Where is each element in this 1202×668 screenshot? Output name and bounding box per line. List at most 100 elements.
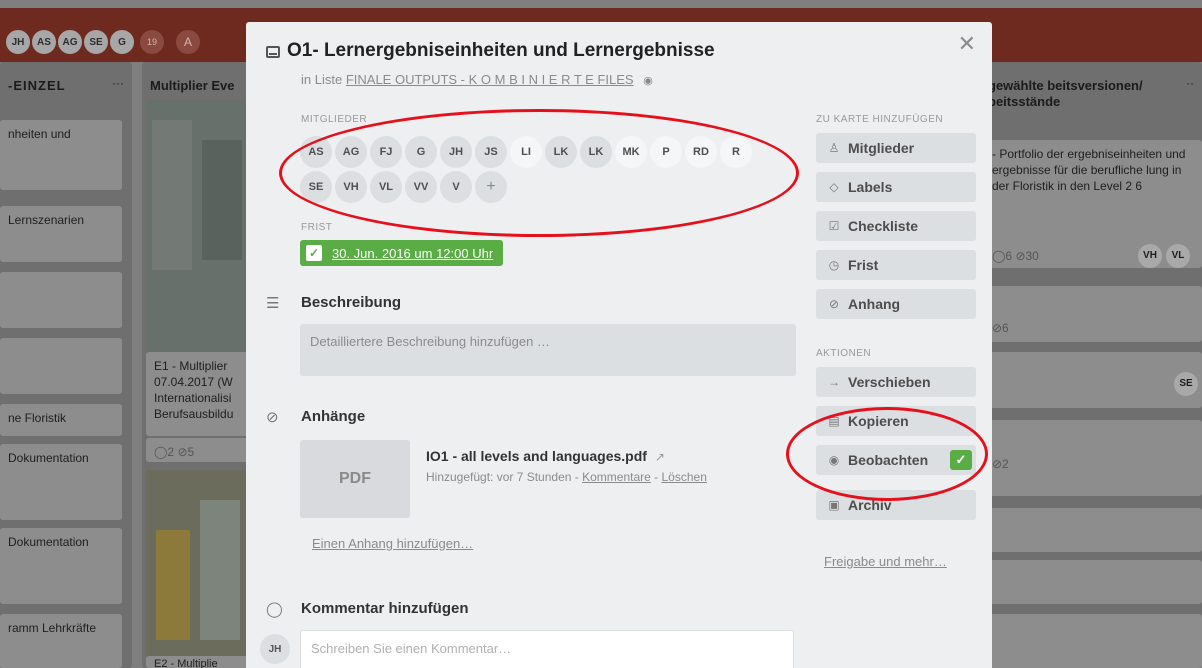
arrow-right-icon: →	[828, 375, 840, 389]
card-text: - Portfolio der ergebniseinheiten und er…	[992, 147, 1186, 193]
due-date-badge[interactable]: ✓ 30. Jun. 2016 um 12:00 Uhr	[300, 240, 504, 266]
attachment-thumbnail[interactable]: PDF	[300, 440, 410, 518]
member-avatar[interactable]: AG	[335, 136, 367, 168]
separator: -	[654, 470, 659, 484]
list-item[interactable]: E2 - Multiplie	[146, 656, 250, 668]
eye-icon: ◉	[643, 75, 653, 87]
copy-icon: ▤	[828, 414, 840, 428]
list-item[interactable]	[984, 508, 1202, 552]
avatar[interactable]: AS	[32, 30, 56, 54]
member-count-badge[interactable]: 19	[140, 30, 164, 54]
avatar[interactable]: JH	[6, 30, 30, 54]
move-button[interactable]: → Verschieben	[816, 367, 976, 397]
due-label: FRIST	[301, 222, 333, 233]
card-cover-image[interactable]	[146, 100, 250, 352]
avatar[interactable]: VL	[1166, 244, 1190, 268]
list-item[interactable]: E1 - Multiplier 07.04.2017 (W Internatio…	[146, 352, 250, 436]
member-avatar[interactable]: VL	[370, 171, 402, 203]
attachment-delete-link[interactable]: Löschen	[662, 470, 707, 484]
list-item[interactable]: ramm Lehrkräfte	[0, 614, 122, 668]
comment-input[interactable]: Schreiben Sie einen Kommentar…	[300, 630, 794, 668]
card-cover-image[interactable]	[146, 470, 250, 656]
member-avatar[interactable]: FJ	[370, 136, 402, 168]
copy-button[interactable]: ▤ Kopieren	[816, 406, 976, 436]
list-item[interactable]: Dokumentation	[0, 528, 122, 604]
watch-button[interactable]: ◉ Beobachten ✓	[816, 445, 976, 475]
due-date-text[interactable]: 30. Jun. 2016 um 12:00 Uhr	[332, 246, 493, 261]
due-complete-checkbox[interactable]: ✓	[306, 245, 322, 261]
list-menu-icon[interactable]: ··	[1186, 76, 1194, 90]
clock-icon: ◷	[828, 258, 840, 272]
button-label: Anhang	[848, 296, 901, 312]
labels-button[interactable]: ◇ Labels	[816, 172, 976, 202]
add-member-button[interactable]: +	[475, 171, 507, 203]
list-item[interactable]: ⊘2	[984, 420, 1202, 496]
list-item[interactable]: Lernszenarien	[0, 206, 122, 262]
list-menu-icon[interactable]: ···	[112, 76, 124, 90]
members-button[interactable]: ♙ Mitglieder	[816, 133, 976, 163]
external-link-icon[interactable]: ↗	[655, 450, 665, 464]
member-avatar[interactable]: JS	[475, 136, 507, 168]
list-link[interactable]: FINALE OUTPUTS - K O M B I N I E R T E F…	[346, 72, 634, 87]
member-avatar[interactable]: V	[440, 171, 472, 203]
list-prefix: in Liste	[301, 72, 343, 87]
card-badges: ◯2 ⊘5	[146, 438, 250, 462]
attachment-filename[interactable]: IO1 - all levels and languages.pdf	[426, 448, 647, 464]
label-icon: ◇	[829, 180, 839, 194]
description-input[interactable]: Detailliertere Beschreibung hinzufügen …	[300, 324, 796, 376]
list-item[interactable]: - Portfolio der ergebniseinheiten und er…	[984, 140, 1202, 268]
avatar[interactable]: AG	[58, 30, 82, 54]
member-avatar[interactable]: LK	[545, 136, 577, 168]
member-avatar[interactable]: G	[405, 136, 437, 168]
member-avatar[interactable]: RD	[685, 136, 717, 168]
member-avatar[interactable]: AS	[300, 136, 332, 168]
photo-shape	[202, 140, 242, 260]
comment-heading: Kommentar hinzufügen	[301, 600, 469, 617]
attachment-button[interactable]: ⊘ Anhang	[816, 289, 976, 319]
share-and-more-link[interactable]: Freigabe und mehr…	[824, 554, 947, 569]
member-avatar[interactable]: VH	[335, 171, 367, 203]
card-badges: ◯6 ⊘30	[992, 249, 1039, 263]
checklist-button[interactable]: ☑ Checkliste	[816, 211, 976, 241]
member-avatar[interactable]: JH	[440, 136, 472, 168]
list-item[interactable]: ⊘6	[984, 286, 1202, 342]
attachment-meta: Hinzugefügt: vor 7 Stunden - Kommentare …	[426, 470, 707, 484]
attachment-name[interactable]: IO1 - all levels and languages.pdf ↗	[426, 448, 665, 464]
list-item[interactable]: SE	[984, 352, 1202, 408]
member-avatar[interactable]: SE	[300, 171, 332, 203]
member-avatar[interactable]: LI	[510, 136, 542, 168]
card-title[interactable]: O1- Lernergebniseinheiten und Lernergebn…	[287, 40, 715, 62]
button-label: Archiv	[848, 497, 892, 513]
button-label: Frist	[848, 257, 879, 273]
photo-shape	[156, 530, 190, 640]
card-list-info: in Liste FINALE OUTPUTS - K O M B I N I …	[301, 72, 653, 87]
list-item[interactable]	[0, 338, 122, 394]
member-avatar[interactable]: P	[650, 136, 682, 168]
list-item[interactable]	[984, 560, 1202, 604]
add-attachment-link[interactable]: Einen Anhang hinzufügen…	[312, 536, 473, 551]
button-label: Beobachten	[848, 452, 929, 468]
avatar[interactable]: SE	[84, 30, 108, 54]
close-icon[interactable]: ✕	[958, 32, 976, 56]
list-item[interactable]: nheiten und	[0, 120, 122, 190]
due-date-button[interactable]: ◷ Frist	[816, 250, 976, 280]
list-item[interactable]	[984, 614, 1202, 668]
check-icon: ✓	[950, 450, 972, 470]
members-label: MITGLIEDER	[301, 114, 368, 125]
description-icon: ☰	[266, 295, 280, 312]
avatar[interactable]: SE	[1174, 372, 1198, 396]
avatar[interactable]: VH	[1138, 244, 1162, 268]
attachments-heading: Anhänge	[301, 408, 366, 425]
member-avatar[interactable]: MK	[615, 136, 647, 168]
avatar[interactable]: G	[110, 30, 134, 54]
archive-button[interactable]: ▣ Archiv	[816, 490, 976, 520]
member-avatar[interactable]: LK	[580, 136, 612, 168]
list-item[interactable]: Dokumentation	[0, 444, 122, 520]
add-member-icon[interactable]: A	[176, 30, 200, 54]
list-item[interactable]: ne Floristik	[0, 404, 122, 436]
avatar[interactable]: JH	[260, 634, 290, 664]
member-avatar[interactable]: VV	[405, 171, 437, 203]
list-item[interactable]	[0, 272, 122, 328]
attachment-comments-link[interactable]: Kommentare	[582, 470, 651, 484]
member-avatar[interactable]: R	[720, 136, 752, 168]
